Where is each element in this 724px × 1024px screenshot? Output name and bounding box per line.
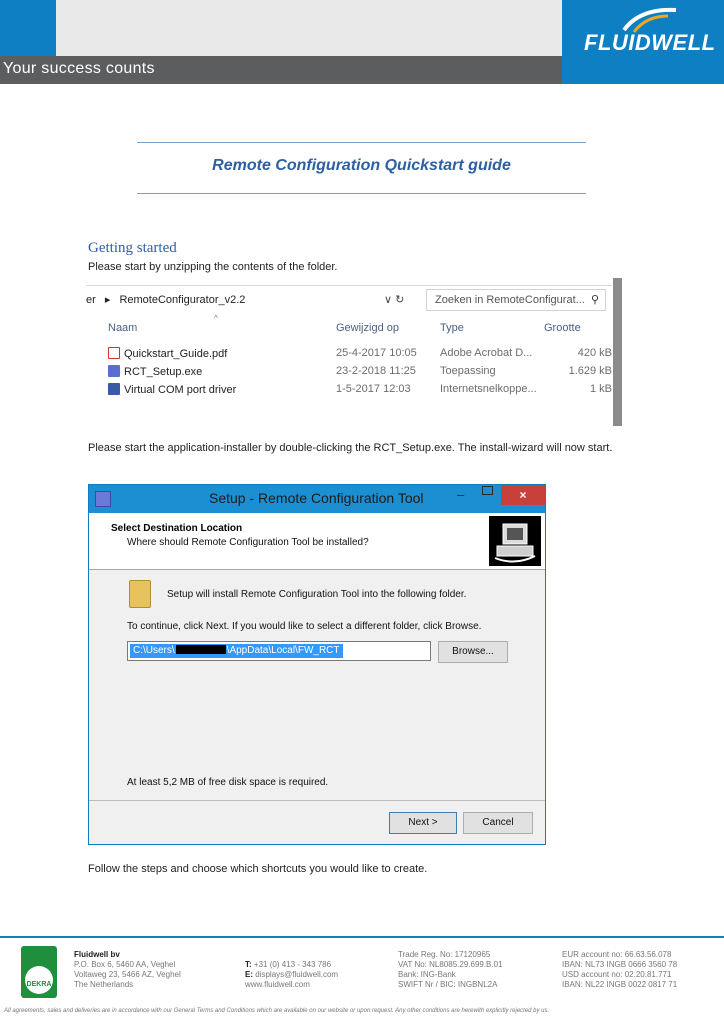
path-end: \AppData\Local\FW_RCT (226, 645, 340, 656)
header-grey-band (56, 0, 562, 56)
chevron-right-icon: ▸ (104, 294, 111, 306)
company-name: Fluidwell bv (74, 950, 120, 959)
website-link[interactable]: www.fluidwell.com (245, 980, 338, 990)
table-row[interactable]: Virtual COM port driver 1-5-2017 12:03 I… (86, 383, 612, 401)
table-row[interactable]: RCT_Setup.exe 23-2-2018 11:25 Toepassing… (86, 365, 612, 383)
explorer-scrollbar[interactable] (613, 278, 622, 426)
paragraph-unzip: Please start by unzipping the contents o… (88, 261, 338, 273)
minimize-icon[interactable]: – (457, 487, 464, 502)
footer-rule (0, 936, 724, 938)
path-selection: C:\Users\ \AppData\Local\FW_RCT (130, 644, 343, 658)
installer-computer-icon (489, 516, 541, 566)
column-header-size[interactable]: Grootte (544, 322, 581, 334)
breadcrumb[interactable]: er ▸ RemoteConfigurator_v2.2 (86, 293, 245, 306)
dekra-label: DEKRA (25, 966, 53, 994)
legal-notice: All agreements, sales and deliveries are… (4, 1008, 550, 1014)
header-blue-block (0, 0, 56, 56)
cancel-button[interactable]: Cancel (463, 812, 533, 834)
title-rule-top (137, 142, 586, 143)
wizard-subheading: Where should Remote Configuration Tool b… (127, 537, 369, 548)
install-folder-text: Setup will install Remote Configuration … (167, 589, 467, 600)
tagline: Your success counts (3, 60, 155, 77)
footer-company: Fluidwell bv P.O. Box 6, 5460 AA, Veghel… (74, 950, 181, 990)
breadcrumb-folder[interactable]: RemoteConfigurator_v2.2 (119, 294, 245, 306)
footer-accounts: EUR account no: 66.63.56.078 IBAN: NL73 … (562, 950, 677, 990)
email-label: E: (245, 970, 253, 979)
exe-icon (108, 365, 120, 377)
registry-line: SWIFT Nr / BIC: INGBNL2A (398, 980, 498, 989)
close-icon[interactable]: × (501, 485, 545, 505)
paragraph-shortcuts: Follow the steps and choose which shortc… (88, 863, 428, 875)
wizard-header: Select Destination Location Where should… (89, 513, 545, 570)
registry-line: Trade Reg. No: 17120965 (398, 950, 491, 959)
logo-text: FLUIDWELL (584, 30, 716, 55)
company-logo: FLUIDWELL (562, 0, 724, 84)
dialog-titlebar[interactable]: Setup - Remote Configuration Tool – × (89, 485, 545, 513)
email-link[interactable]: displays@fluidwell.com (255, 970, 338, 979)
account-line: IBAN: NL22 INGB 0022 0817 71 (562, 980, 678, 989)
title-rule-bottom (137, 193, 586, 194)
computer-icon (494, 523, 536, 563)
registry-line: VAT No: NL8085.29.699.B.01 (398, 960, 503, 969)
folder-icon (129, 580, 151, 608)
footer-registry: Trade Reg. No: 17120965 VAT No: NL8085.2… (398, 950, 503, 990)
file-name: RCT_Setup.exe (124, 366, 203, 378)
phone: +31 (0) 413 - 343 786 (253, 960, 332, 969)
continue-instructions: To continue, click Next. If you would li… (127, 621, 482, 632)
column-header-date[interactable]: Gewijzigd op (336, 322, 399, 334)
disk-space-text: At least 5,2 MB of free disk space is re… (127, 777, 329, 788)
file-date: 1-5-2017 12:03 (336, 383, 411, 395)
file-explorer-screenshot: er ▸ RemoteConfigurator_v2.2 ∨ ↻ Zoeken … (86, 278, 622, 426)
wizard-heading: Select Destination Location (111, 523, 243, 534)
search-icon[interactable]: ⚲ (591, 293, 599, 306)
file-type: Toepassing (440, 365, 496, 377)
search-input[interactable]: Zoeken in RemoteConfigurat... ⚲ (426, 289, 606, 311)
file-type: Adobe Acrobat D... (440, 347, 533, 359)
phone-label: T: (245, 960, 252, 969)
app-icon (95, 491, 111, 507)
address-line: The Netherlands (74, 980, 134, 989)
browse-button[interactable]: Browse... (438, 641, 508, 663)
file-size: 1 kB (589, 383, 612, 395)
breadcrumb-prefix: er (86, 294, 96, 306)
path-start: C:\Users\ (133, 645, 175, 656)
explorer-ribbon-clip (86, 278, 612, 286)
paragraph-install: Please start the application-installer b… (88, 442, 613, 454)
section-heading: Getting started (88, 240, 177, 256)
file-name: Quickstart_Guide.pdf (124, 348, 228, 360)
page-header: Your success counts FLUIDWELL (0, 0, 724, 84)
maximize-icon[interactable] (482, 486, 493, 495)
file-date: 25-4-2017 10:05 (336, 347, 417, 359)
column-header-name[interactable]: Naam (108, 322, 137, 334)
file-type: Internetsnelkoppe... (440, 383, 537, 395)
address-line: Voltaweg 23, 5466 AZ, Veghel (74, 970, 181, 979)
document-title: Remote Configuration Quickstart guide (212, 157, 511, 174)
file-size: 420 kB (577, 347, 612, 359)
file-size: 1.629 kB (568, 365, 612, 377)
refresh-icon[interactable]: ∨ ↻ (384, 293, 404, 306)
destination-path-input[interactable]: C:\Users\ \AppData\Local\FW_RCT (127, 641, 431, 661)
file-name: Virtual COM port driver (124, 384, 237, 396)
file-date: 23-2-2018 11:25 (336, 365, 416, 377)
table-row[interactable]: Quickstart_Guide.pdf 25-4-2017 10:05 Ado… (86, 347, 612, 365)
account-line: IBAN: NL73 INGB 0666 3560 78 (562, 960, 678, 969)
footer-contact: T: +31 (0) 413 - 343 786 E: displays@flu… (245, 960, 338, 990)
registry-line: Bank: ING-Bank (398, 970, 456, 979)
next-button[interactable]: Next > (389, 812, 457, 834)
address-line: P.O. Box 6, 5460 AA, Veghel (74, 960, 176, 969)
dialog-title: Setup - Remote Configuration Tool (209, 490, 424, 506)
sort-indicator-icon: ^ (214, 314, 218, 323)
dekra-certification-badge: DEKRA (21, 946, 57, 998)
setup-dialog: Setup - Remote Configuration Tool – × Se… (88, 484, 546, 845)
account-line: USD account no: 02.20.81.771 (562, 970, 672, 979)
account-line: EUR account no: 66.63.56.078 (562, 950, 672, 959)
redacted-username (175, 645, 226, 654)
search-placeholder: Zoeken in RemoteConfigurat... (435, 294, 585, 306)
pdf-icon (108, 347, 120, 359)
dialog-divider (89, 800, 545, 801)
column-header-type[interactable]: Type (440, 322, 464, 334)
shortcut-icon (108, 383, 120, 395)
